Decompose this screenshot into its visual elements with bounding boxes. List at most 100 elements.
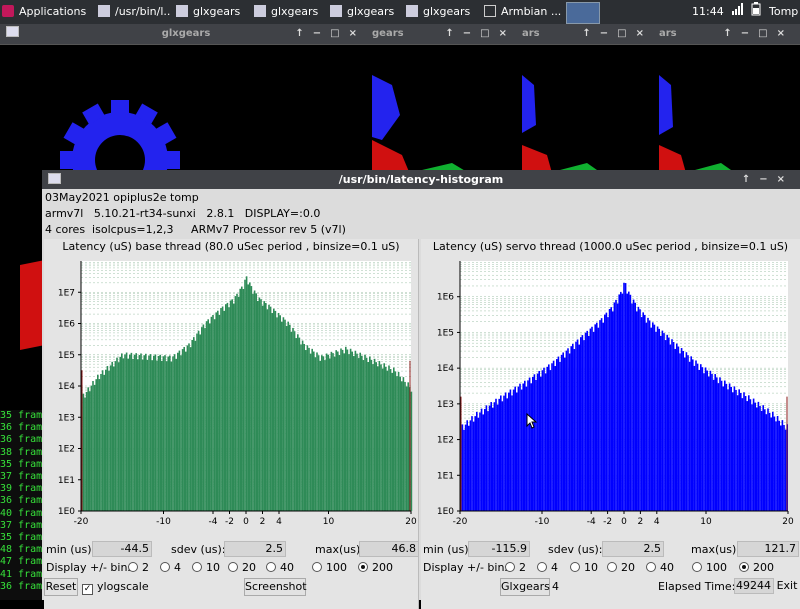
clock: 11:44 (692, 5, 724, 18)
histogram-bar (679, 353, 681, 511)
window-controls[interactable]: ↑−□× (582, 24, 653, 44)
histogram-bar (189, 347, 192, 511)
histogram-bar (783, 424, 785, 511)
histogram-bar (303, 344, 305, 511)
servo-bins-2[interactable]: 2 (505, 561, 526, 574)
histogram-bar (218, 314, 221, 511)
task-latency-histogram[interactable]: /usr/bin/l... (98, 2, 170, 22)
exit-button[interactable]: Exit (775, 578, 799, 594)
window-titlebar[interactable]: gears ↑−□× (372, 24, 522, 45)
base-bins-40[interactable]: 40 (266, 561, 294, 574)
network-icon[interactable] (731, 2, 745, 22)
histogram-bar (564, 357, 566, 511)
user-menu[interactable]: Tomp (769, 2, 800, 22)
histogram-bar (748, 395, 750, 511)
terminal[interactable]: 35 fram 36 fram 36 fram 38 fram 35 fram … (0, 410, 44, 600)
checkbox-checked-icon: ✓ (82, 584, 93, 595)
histogram-bar (708, 376, 710, 511)
histogram-bar (93, 384, 96, 511)
glxgears-button[interactable]: Glxgears (500, 578, 550, 596)
workspace-pager[interactable] (566, 2, 600, 24)
histogram-bar (245, 276, 248, 511)
task-armbian-terminal[interactable]: Armbian ... (484, 2, 562, 22)
applications-menu[interactable]: Applications (2, 2, 92, 22)
histogram-bar (572, 343, 574, 511)
base-bins-10[interactable]: 10 (192, 561, 220, 574)
base-bins-20[interactable]: 20 (228, 561, 256, 574)
histogram-bar (672, 342, 675, 511)
window-controls[interactable]: ↑−□× (295, 24, 366, 44)
histogram-bar (488, 405, 491, 511)
servo-bins-200[interactable]: 200 (739, 561, 774, 574)
histogram-bar (469, 420, 472, 511)
task-glxgears-4[interactable]: glxgears (406, 2, 478, 22)
servo-bins-100[interactable]: 100 (692, 561, 727, 574)
histogram-bar (161, 360, 163, 511)
base-thread-panel: Latency (uS) base thread (80.0 uSec peri… (44, 239, 419, 609)
taskbar: Applications /usr/bin/l... glxgears glxg… (0, 0, 800, 24)
histogram-bar (487, 411, 489, 511)
servo-bins-10[interactable]: 10 (570, 561, 598, 574)
histogram-bar (300, 344, 302, 511)
window-titlebar[interactable]: ars ↑−□× (659, 24, 800, 45)
histogram-bar (567, 348, 569, 511)
battery-icon[interactable] (751, 2, 763, 22)
histogram-bar (500, 395, 502, 511)
terminal-line: 37 fram (0, 471, 43, 483)
task-glxgears-2[interactable]: glxgears (254, 2, 326, 22)
window-titlebar[interactable]: ars ↑−□× (522, 24, 659, 45)
histogram-bar (87, 387, 89, 511)
servo-bins-40[interactable]: 40 (646, 561, 674, 574)
screenshot-button[interactable]: Screenshot (244, 578, 307, 596)
ylogscale-checkbox[interactable]: ✓ ylogscale (82, 580, 149, 595)
histogram-bar (477, 417, 480, 511)
histogram-bar (241, 286, 243, 511)
histogram-bar (338, 355, 341, 511)
histogram-bar (340, 348, 342, 511)
window-titlebar[interactable]: glxgears ↑−□× (0, 24, 372, 45)
histogram-bar (472, 421, 475, 511)
histogram-bar (658, 328, 660, 511)
histogram-bar (538, 370, 540, 511)
histogram-bar (205, 321, 208, 511)
histogram-bar (258, 297, 261, 511)
y-tick-label: 1E3 (58, 413, 75, 423)
base-bins-200[interactable]: 200 (358, 561, 393, 574)
base-bins-2[interactable]: 2 (128, 561, 149, 574)
base-bins-4[interactable]: 4 (160, 561, 181, 574)
window-titlebar[interactable]: /usr/bin/latency-histogram ↑−× (42, 170, 800, 189)
histogram-bar (680, 348, 683, 511)
histogram-bar (706, 370, 708, 511)
histogram-bar (741, 398, 744, 511)
histogram-bar (623, 282, 625, 511)
latency-histogram-window[interactable]: /usr/bin/latency-histogram ↑−× 03May2021… (42, 170, 800, 609)
histogram-bar (495, 398, 497, 511)
histogram-bar (772, 411, 774, 511)
window-controls[interactable]: ↑−□× (723, 24, 794, 44)
window-controls[interactable]: ↑−× (742, 170, 794, 189)
base-min-label: min (us) (46, 543, 92, 556)
histogram-bar (653, 324, 656, 511)
reset-button[interactable]: Reset (44, 578, 78, 596)
histogram-bar (357, 358, 360, 511)
histogram-bar (669, 344, 672, 511)
histogram-bar (631, 303, 633, 511)
y-tick-label: 1E1 (58, 476, 75, 486)
window-controls[interactable]: ↑−□× (445, 24, 516, 44)
task-glxgears-1[interactable]: glxgears (176, 2, 248, 22)
histogram-bar (265, 302, 267, 511)
base-bins-100[interactable]: 100 (312, 561, 347, 574)
histogram-bar (464, 424, 467, 511)
histogram-bar (255, 293, 257, 511)
mouse-cursor-icon (526, 413, 538, 429)
histogram-bar (703, 373, 705, 511)
task-glxgears-3[interactable]: glxgears (330, 2, 402, 22)
y-tick-label: 1E3 (437, 400, 454, 410)
histogram-bar (661, 330, 664, 511)
histogram-bar (642, 312, 644, 511)
histogram-bar (233, 303, 235, 511)
servo-bins-20[interactable]: 20 (607, 561, 635, 574)
histogram-bar (644, 314, 646, 511)
servo-bins-4[interactable]: 4 (537, 561, 558, 574)
histogram-bar (682, 350, 684, 511)
